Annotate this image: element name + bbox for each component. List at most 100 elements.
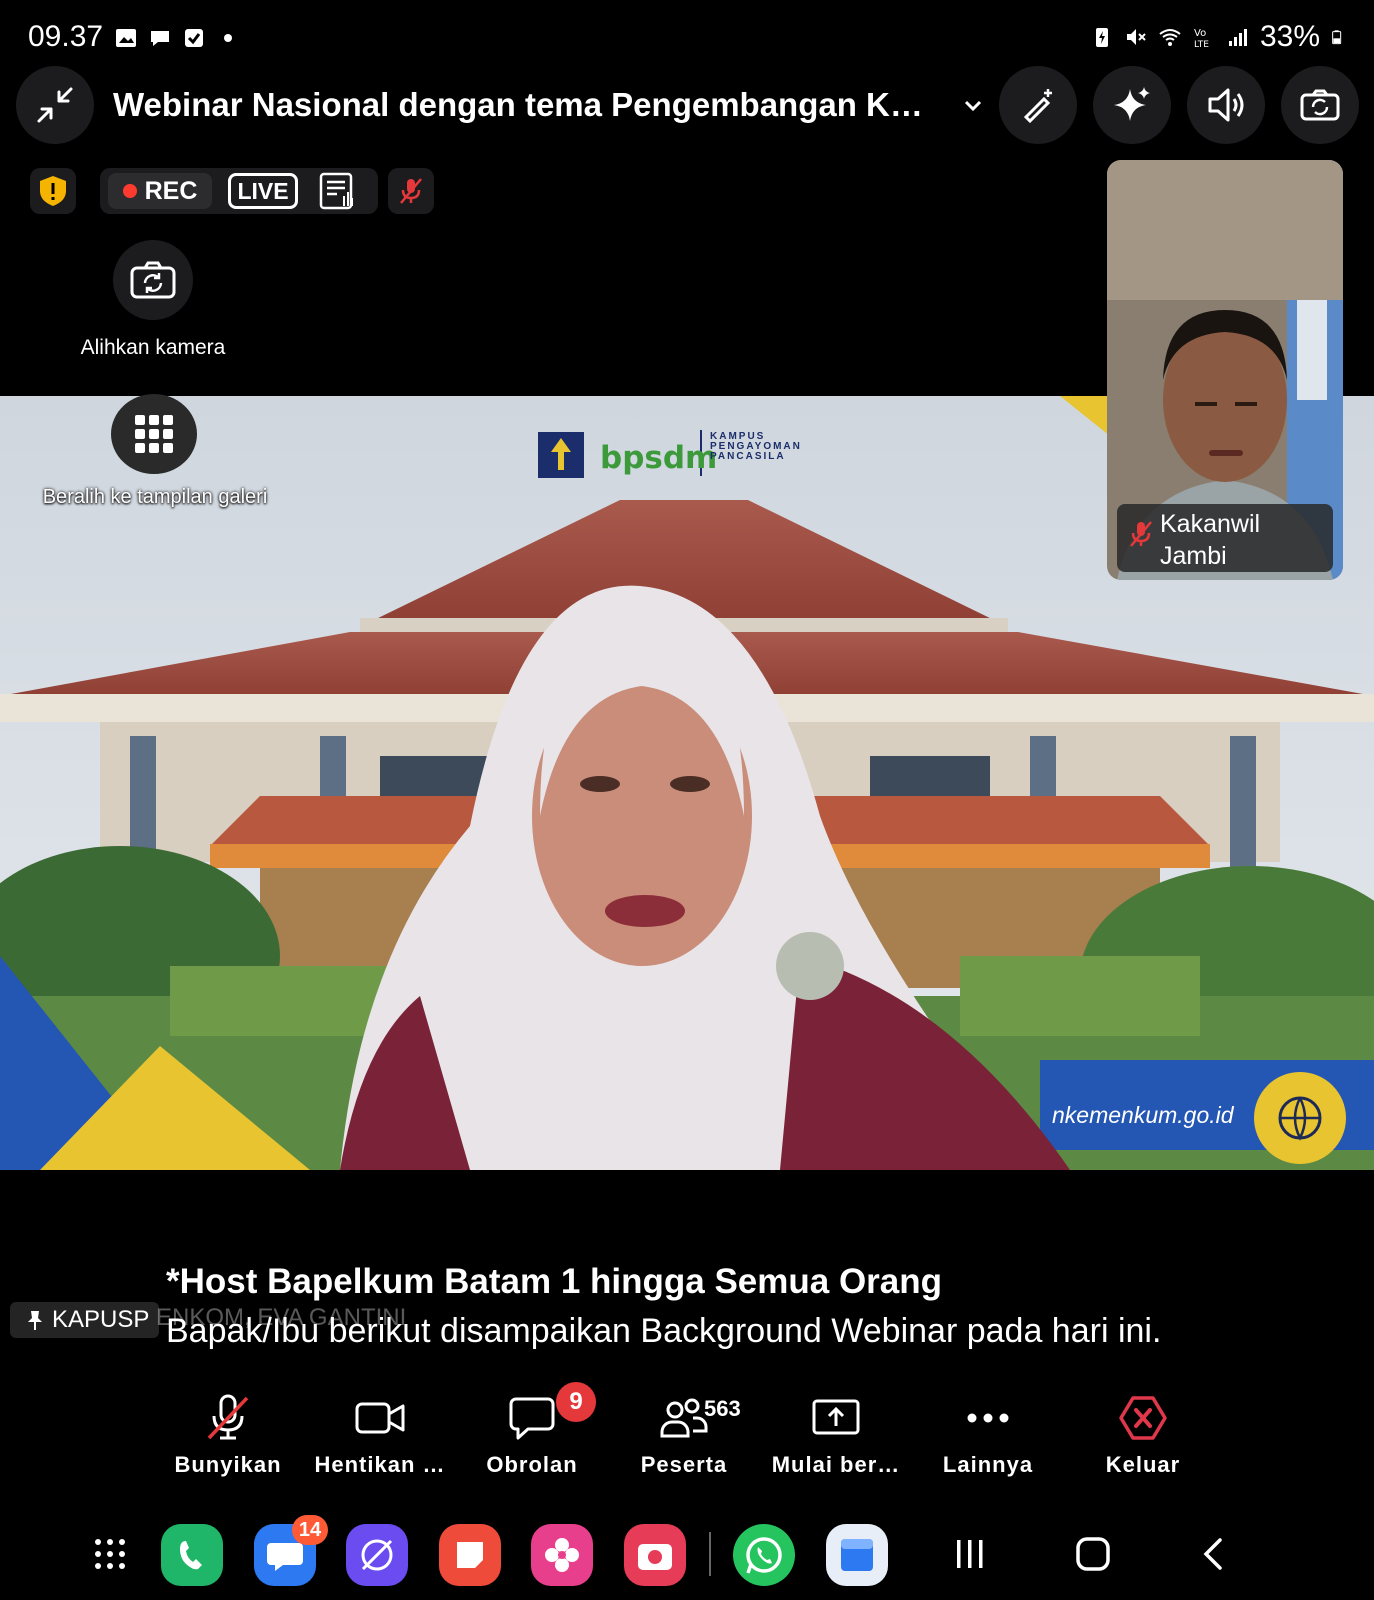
meeting-title[interactable]: Webinar Nasional dengan tema Pengembanga… bbox=[113, 86, 943, 124]
chat-caption-message: Bapak/Ibu berikut disampaikan Background… bbox=[166, 1312, 1162, 1350]
chat-icon bbox=[151, 31, 169, 46]
ai-companion-icon bbox=[1114, 87, 1150, 121]
flower-glyph-icon bbox=[545, 1538, 579, 1572]
pin-icon bbox=[28, 1311, 42, 1330]
more-icon bbox=[967, 1413, 1009, 1423]
participants-count: 563 bbox=[704, 1396, 741, 1421]
volte-icon: VoLTE bbox=[1194, 28, 1209, 49]
logo-subtext: KAMPUS PENGAYOMAN PANCASILA bbox=[710, 432, 802, 462]
switch-camera-button[interactable] bbox=[1281, 66, 1359, 144]
transcript-icon[interactable] bbox=[318, 172, 358, 210]
mute-icon bbox=[1126, 29, 1146, 45]
leave-button[interactable]: Keluar bbox=[1067, 1388, 1219, 1488]
battery-icon bbox=[1332, 30, 1342, 45]
participants-label: Peserta bbox=[640, 1452, 728, 1477]
back-icon bbox=[1203, 1538, 1222, 1570]
rec-indicator[interactable]: REC bbox=[108, 173, 212, 209]
active-speaker-tag: KAPUSP bbox=[10, 1302, 160, 1338]
active-speaker-name: KAPUSP bbox=[52, 1306, 150, 1333]
stop-video-label: Hentikan … bbox=[314, 1452, 446, 1477]
status-left-icons bbox=[114, 26, 240, 50]
camera-app-icon[interactable] bbox=[624, 1524, 686, 1586]
status-time: 09.37 bbox=[28, 20, 104, 53]
participant-name: Kakanwil Jambi bbox=[1160, 510, 1261, 570]
more-button[interactable]: Lainnya bbox=[912, 1388, 1064, 1488]
shield-icon bbox=[40, 176, 66, 206]
dock-divider bbox=[709, 1532, 711, 1576]
camera-rotate-icon bbox=[130, 261, 176, 299]
browser-glyph-icon bbox=[361, 1539, 393, 1571]
switch-camera-overlay-button[interactable] bbox=[113, 240, 193, 320]
logo-text: bpsdm bbox=[600, 440, 718, 476]
files-app-icon[interactable] bbox=[826, 1524, 888, 1586]
check-box-icon bbox=[185, 29, 203, 47]
battery-saver-icon bbox=[1095, 28, 1108, 47]
annotate-button[interactable] bbox=[999, 66, 1077, 144]
video-camera-icon bbox=[355, 1402, 405, 1434]
chat-unread-badge: 9 bbox=[556, 1382, 596, 1422]
wifi-icon bbox=[1159, 29, 1181, 46]
chevron-down-icon[interactable] bbox=[962, 94, 984, 116]
leave-label: Keluar bbox=[1105, 1452, 1181, 1477]
gallery-icon bbox=[116, 29, 136, 47]
app-drawer-icon bbox=[95, 1539, 125, 1569]
unmute-label: Bunyikan bbox=[174, 1452, 282, 1477]
stop-video-button[interactable]: Hentikan … bbox=[304, 1388, 456, 1488]
switch-camera-label: Alihkan kamera bbox=[80, 336, 226, 359]
gallery-view-button[interactable] bbox=[111, 394, 197, 474]
dot-icon bbox=[224, 34, 232, 42]
battery-percent: 33% bbox=[1259, 20, 1320, 53]
rec-label: REC bbox=[144, 176, 198, 205]
ai-companion-button[interactable] bbox=[1093, 66, 1171, 144]
recent-apps-icon bbox=[957, 1540, 983, 1568]
status-right: Vo LTE 33% bbox=[1090, 20, 1346, 54]
rec-dot-icon bbox=[122, 184, 137, 198]
status-bar: 09.37 Vo LTE 33% bbox=[0, 0, 1374, 78]
leave-icon bbox=[1119, 1396, 1167, 1440]
whatsapp-app-icon[interactable] bbox=[733, 1524, 795, 1586]
minimize-button[interactable] bbox=[16, 66, 94, 144]
mic-off-icon bbox=[207, 1394, 249, 1440]
speaker-icon bbox=[1208, 88, 1244, 122]
window-glyph-icon bbox=[841, 1539, 873, 1571]
app-drawer-button[interactable] bbox=[80, 1530, 140, 1578]
chat-label: Obrolan bbox=[486, 1452, 578, 1477]
gallery-app-icon[interactable] bbox=[531, 1524, 593, 1586]
grid-icon bbox=[135, 415, 173, 453]
security-button[interactable] bbox=[30, 168, 76, 214]
share-screen-button[interactable]: Mulai ber… bbox=[760, 1388, 912, 1488]
more-label: Lainnya bbox=[942, 1452, 1034, 1477]
internet-app-icon[interactable] bbox=[346, 1524, 408, 1586]
notes-glyph-icon bbox=[457, 1542, 483, 1568]
gallery-view-label: Beralih ke tampilan galeri bbox=[42, 486, 268, 508]
share-screen-label: Mulai ber… bbox=[771, 1452, 901, 1477]
mic-off-icon bbox=[400, 178, 422, 204]
home-icon bbox=[1076, 1537, 1110, 1571]
svg-text:LTE: LTE bbox=[1194, 40, 1209, 49]
signal-icon bbox=[1228, 29, 1247, 46]
mic-off-icon bbox=[1130, 521, 1152, 547]
switch-camera-icon bbox=[1300, 89, 1340, 121]
share-screen-icon bbox=[812, 1399, 860, 1435]
svg-text:Vo: Vo bbox=[1194, 28, 1206, 39]
recent-apps-button[interactable] bbox=[940, 1530, 1000, 1578]
speaker-button[interactable] bbox=[1187, 66, 1265, 144]
back-button[interactable] bbox=[1184, 1530, 1244, 1578]
live-indicator[interactable]: LIVE bbox=[228, 173, 298, 209]
messages-badge: 14 bbox=[292, 1515, 328, 1545]
minimize-icon bbox=[37, 87, 73, 123]
phone-glyph-icon bbox=[180, 1541, 202, 1570]
chat-caption-sender: *Host Bapelkum Batam 1 hingga Semua Oran… bbox=[166, 1262, 943, 1301]
recording-status-group: REC LIVE bbox=[100, 168, 378, 214]
whatsapp-glyph-icon bbox=[746, 1537, 782, 1574]
camera-glyph-icon bbox=[638, 1544, 672, 1570]
logo-subtext-line: PANCASILA bbox=[710, 451, 786, 462]
home-button[interactable] bbox=[1063, 1530, 1123, 1578]
annotate-icon bbox=[1023, 89, 1052, 124]
notes-app-icon[interactable] bbox=[439, 1524, 501, 1586]
chat-bubble-icon bbox=[509, 1397, 555, 1440]
unmute-button[interactable]: Bunyikan bbox=[152, 1388, 304, 1488]
phone-app-icon[interactable] bbox=[161, 1524, 223, 1586]
participants-icon bbox=[660, 1398, 708, 1438]
website-text: nkemenkum.go.id bbox=[1052, 1102, 1234, 1128]
